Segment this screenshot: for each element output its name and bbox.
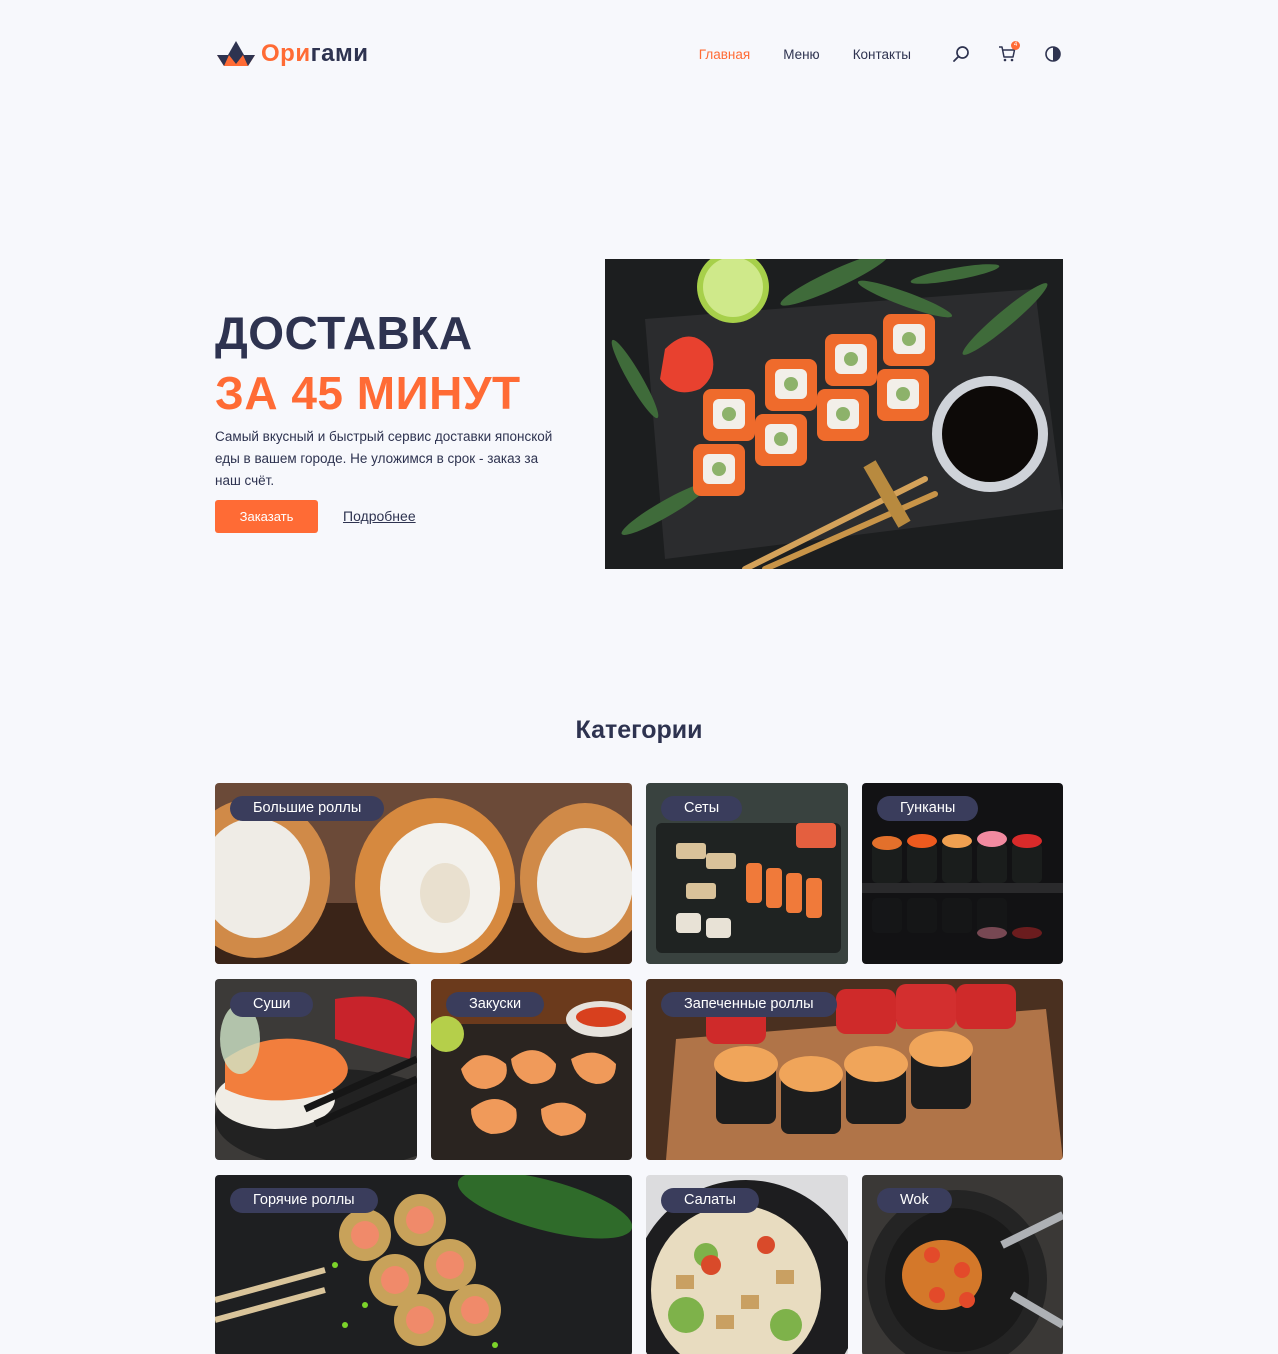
- nav-home[interactable]: Главная: [699, 47, 750, 62]
- logo-text: Оригами: [261, 40, 368, 68]
- category-label: Запеченные роллы: [661, 992, 837, 1017]
- category-card-hot-rolls[interactable]: Горячие роллы: [215, 1175, 632, 1354]
- category-card-salads[interactable]: Салаты: [646, 1175, 848, 1354]
- main-nav: Главная Меню Контакты: [666, 47, 911, 62]
- hero-title-line2: ЗА 45 МИНУТ: [215, 367, 521, 419]
- more-link[interactable]: Подробнее: [343, 508, 416, 524]
- logo[interactable]: Оригами: [215, 39, 368, 69]
- category-label: Суши: [230, 992, 314, 1017]
- hero-title: ДОСТАВКА ЗА 45 МИНУТ: [215, 303, 521, 423]
- search-icon: [953, 46, 969, 62]
- hero-description: Самый вкусный и быстрый сервис доставки …: [215, 429, 553, 488]
- header-actions: 4: [951, 41, 1063, 64]
- search-button[interactable]: [951, 44, 971, 64]
- site-header: Оригами Главная Меню Контакты 4: [215, 36, 1063, 72]
- order-button[interactable]: Заказать: [215, 500, 318, 533]
- category-label: Гунканы: [877, 796, 979, 821]
- categories-title: Категории: [575, 716, 703, 744]
- category-label: Салаты: [661, 1188, 759, 1213]
- theme-toggle-button[interactable]: [1043, 44, 1063, 64]
- category-card-sets[interactable]: Сеты: [646, 783, 848, 964]
- category-card-snacks[interactable]: Закуски: [431, 979, 632, 1160]
- theme-toggle-icon: [1045, 46, 1061, 62]
- category-label: Закуски: [446, 992, 545, 1017]
- category-label: Сеты: [661, 796, 743, 821]
- category-label: Wok: [877, 1188, 952, 1213]
- category-card-gunkans[interactable]: Гунканы: [862, 783, 1063, 964]
- cart-button[interactable]: 4: [997, 41, 1020, 64]
- hero-image: [605, 259, 1063, 569]
- nav-contacts[interactable]: Контакты: [853, 47, 911, 62]
- sushi-rolls-photo: [605, 259, 1063, 569]
- category-label: Горячие роллы: [230, 1188, 378, 1213]
- paper-boat-icon: [217, 41, 255, 66]
- cart-count-badge: 4: [1011, 41, 1020, 50]
- category-card-sushi[interactable]: Суши: [215, 979, 417, 1160]
- category-label: Большие роллы: [230, 796, 385, 821]
- logo-text-accent: Ори: [261, 40, 311, 67]
- category-card-big-rolls[interactable]: Большие роллы: [215, 783, 632, 964]
- category-card-wok[interactable]: Wok: [862, 1175, 1063, 1354]
- hero-title-line1: ДОСТАВКА: [215, 307, 473, 359]
- nav-menu[interactable]: Меню: [783, 47, 820, 62]
- logo-text-dark: гами: [310, 40, 369, 67]
- category-card-baked-rolls[interactable]: Запеченные роллы: [646, 979, 1063, 1160]
